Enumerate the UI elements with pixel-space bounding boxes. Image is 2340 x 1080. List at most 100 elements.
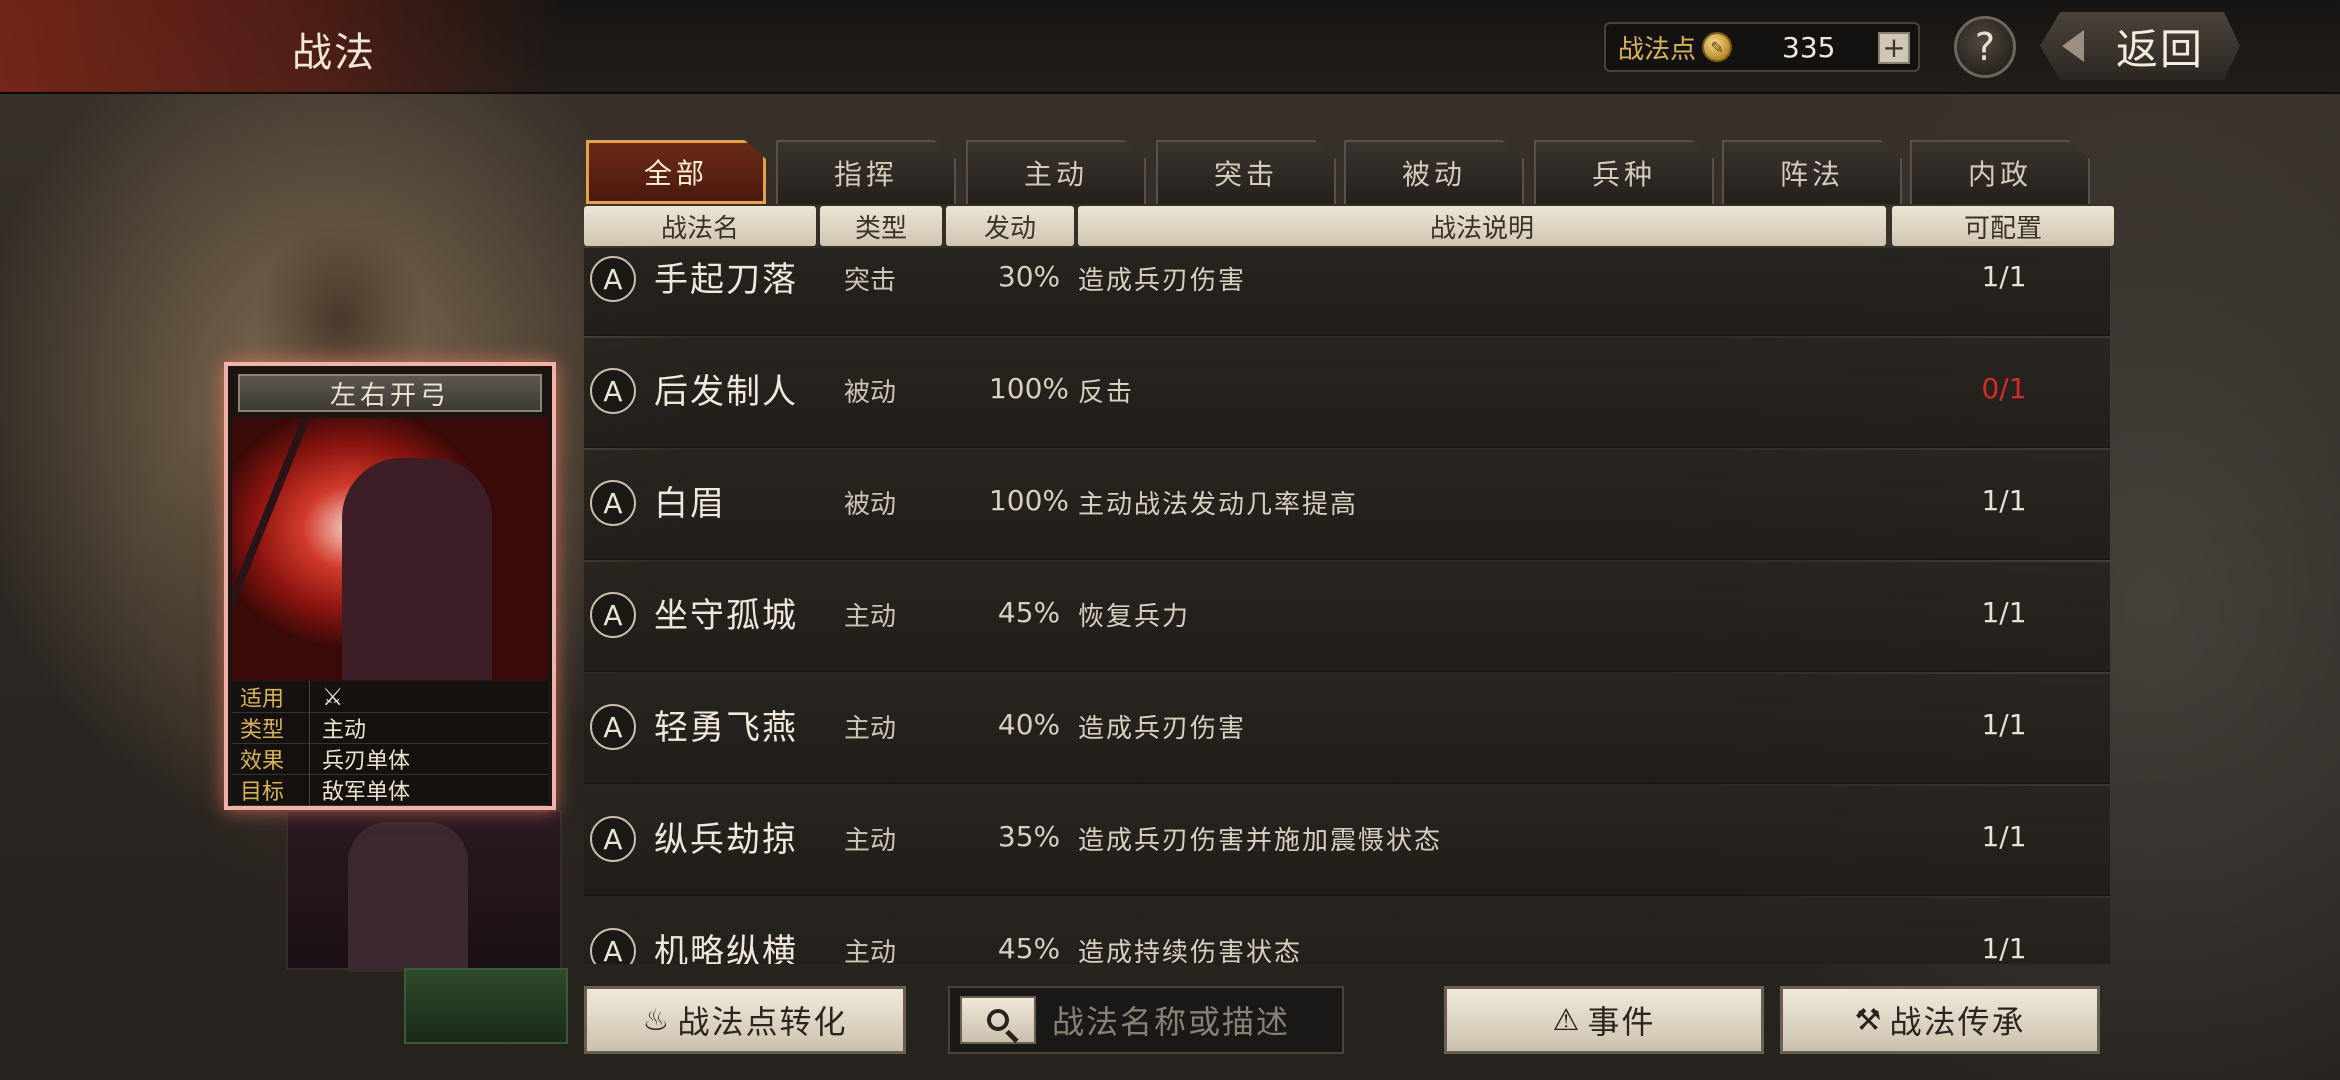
- tab-active[interactable]: 主动: [966, 140, 1146, 204]
- event-button[interactable]: ⚠ 事件: [1444, 986, 1764, 1054]
- skill-name: 后发制人: [654, 372, 798, 412]
- skill-row[interactable]: A 坐守孤城 主动 45% 恢复兵力 1/1: [584, 562, 2110, 672]
- skill-rate: 40%: [997, 708, 1061, 741]
- column-header-type[interactable]: 类型: [820, 206, 942, 246]
- card-info-key: 效果: [232, 743, 310, 775]
- inherit-skill-label: 战法传承: [1889, 1003, 2026, 1041]
- card-figure-art: [348, 822, 468, 972]
- grade-badge: A: [590, 256, 636, 302]
- tab-formation[interactable]: 阵法: [1722, 140, 1902, 204]
- skill-type: 主动: [844, 602, 897, 632]
- skill-row[interactable]: A 后发制人 被动 100% 反击 0/1: [584, 338, 2110, 448]
- card-info-key: 类型: [232, 712, 310, 744]
- skill-rate: 30%: [997, 260, 1061, 293]
- card-info: 适用 ⚔ 类型 主动 效果 兵刃单体 目标 敌军单体: [232, 681, 548, 806]
- skill-rate: 100%: [988, 484, 1070, 517]
- skill-type: 被动: [844, 378, 897, 408]
- tab-assault[interactable]: 突击: [1156, 140, 1336, 204]
- column-header-rate[interactable]: 发动: [946, 206, 1074, 246]
- skill-row[interactable]: A 纵兵劫掠 主动 35% 造成兵刃伤害并施加震慑状态 1/1: [584, 786, 2110, 896]
- column-header-name[interactable]: 战法名: [584, 206, 816, 246]
- skill-description: 造成兵刃伤害: [1078, 266, 1247, 296]
- selected-skill-card[interactable]: 左右开弓 适用 ⚔ 类型 主动 效果 兵刃单体 目标 敌军单体: [224, 362, 556, 810]
- skill-count: 1/1: [1981, 484, 2027, 517]
- skill-card-behind: [286, 810, 562, 972]
- card-info-value: 兵刃单体: [322, 749, 411, 774]
- grade-badge: A: [590, 928, 636, 964]
- grade-badge: A: [590, 704, 636, 750]
- card-info-value: 敌军单体: [322, 780, 411, 805]
- back-arrow-icon: [2062, 30, 2084, 62]
- skill-count: 1/1: [1981, 708, 2027, 741]
- skill-rate: 45%: [997, 596, 1061, 629]
- grade-badge: A: [590, 816, 636, 862]
- skill-name: 纵兵劫掠: [654, 820, 798, 860]
- skill-rate: 45%: [997, 932, 1061, 964]
- event-label: 事件: [1587, 1003, 1656, 1041]
- title-plate: [0, 0, 560, 92]
- search-icon: [987, 1009, 1009, 1031]
- skill-type: 被动: [844, 490, 897, 520]
- card-art-spear: [232, 418, 310, 670]
- tab-troop[interactable]: 兵种: [1534, 140, 1714, 204]
- top-bar: 战法 战法点 ✎ 335 + ? 返回: [0, 0, 2340, 94]
- inherit-skill-button[interactable]: ⚒ 战法传承: [1780, 986, 2100, 1054]
- skill-description: 反击: [1078, 378, 1135, 408]
- tab-command[interactable]: 指挥: [776, 140, 956, 204]
- page-title: 战法: [292, 30, 376, 76]
- skill-type: 突击: [844, 266, 897, 296]
- help-button[interactable]: ?: [1954, 16, 2016, 78]
- card-info-key: 目标: [232, 774, 310, 806]
- flame-icon: ♨: [642, 1002, 672, 1038]
- back-button[interactable]: 返回: [2040, 12, 2240, 80]
- event-icon: ⚠: [1552, 1002, 1582, 1038]
- skill-rate: 35%: [997, 820, 1061, 853]
- skill-name: 轻勇飞燕: [654, 708, 798, 748]
- skill-points-value: 335: [1782, 30, 1836, 64]
- skill-name: 坐守孤城: [654, 596, 798, 636]
- skill-type: 主动: [844, 938, 897, 964]
- skill-point-coin-icon: ✎: [1702, 32, 1733, 62]
- skill-count: 1/1: [1981, 596, 2027, 629]
- skill-type: 主动: [844, 826, 897, 856]
- skill-row[interactable]: A 白眉 被动 100% 主动战法发动几率提高 1/1: [584, 450, 2110, 560]
- skill-name: 手起刀落: [654, 260, 798, 300]
- skill-list[interactable]: A 手起刀落 突击 30% 造成兵刃伤害 1/1 A 后发制人 被动 100% …: [584, 248, 2110, 964]
- skill-points-box: 战法点 ✎ 335 +: [1604, 22, 1920, 72]
- skill-rate: 100%: [988, 372, 1070, 405]
- card-info-row: 适用 ⚔: [232, 681, 548, 713]
- tab-internal-affairs[interactable]: 内政: [1910, 140, 2090, 204]
- convert-points-label: 战法点转化: [677, 1003, 848, 1041]
- grade-badge: A: [590, 592, 636, 638]
- bow-icon: ⚔: [322, 683, 344, 711]
- search-input[interactable]: [1050, 996, 1338, 1048]
- search-box: [948, 986, 1344, 1054]
- card-art-figure: [342, 458, 492, 680]
- tab-all[interactable]: 全部: [586, 140, 766, 204]
- back-label: 返回: [2115, 24, 2204, 74]
- skill-row[interactable]: A 机略纵横 主动 45% 造成持续伤害状态 1/1: [584, 898, 2110, 964]
- skill-points-label: 战法点: [1618, 34, 1697, 65]
- skill-description: 主动战法发动几率提高: [1078, 490, 1359, 520]
- skill-row[interactable]: A 手起刀落 突击 30% 造成兵刃伤害 1/1: [584, 248, 2110, 336]
- column-header-configurable[interactable]: 可配置: [1892, 206, 2114, 246]
- skill-card-behind-2: [404, 968, 568, 1044]
- card-info-key: 适用: [232, 681, 310, 713]
- skill-row[interactable]: A 轻勇飞燕 主动 40% 造成兵刃伤害 1/1: [584, 674, 2110, 784]
- grade-badge: A: [590, 368, 636, 414]
- skill-description: 造成持续伤害状态: [1078, 938, 1303, 964]
- card-info-row: 目标 敌军单体: [232, 774, 548, 806]
- tab-passive[interactable]: 被动: [1344, 140, 1524, 204]
- skill-description: 恢复兵力: [1078, 602, 1191, 632]
- skill-description: 造成兵刃伤害并施加震慑状态: [1078, 826, 1443, 856]
- card-title: 左右开弓: [238, 374, 542, 412]
- convert-points-button[interactable]: ♨ 战法点转化: [584, 986, 906, 1054]
- card-info-row: 效果 兵刃单体: [232, 743, 548, 775]
- column-header-description: 战法说明: [1078, 206, 1886, 246]
- card-info-value: 主动: [322, 718, 367, 743]
- skill-name: 机略纵横: [654, 932, 798, 964]
- card-info-row: 类型 主动: [232, 712, 548, 744]
- add-points-button[interactable]: +: [1878, 32, 1910, 64]
- hammer-icon: ⚒: [1854, 1002, 1884, 1038]
- search-button[interactable]: [960, 996, 1036, 1044]
